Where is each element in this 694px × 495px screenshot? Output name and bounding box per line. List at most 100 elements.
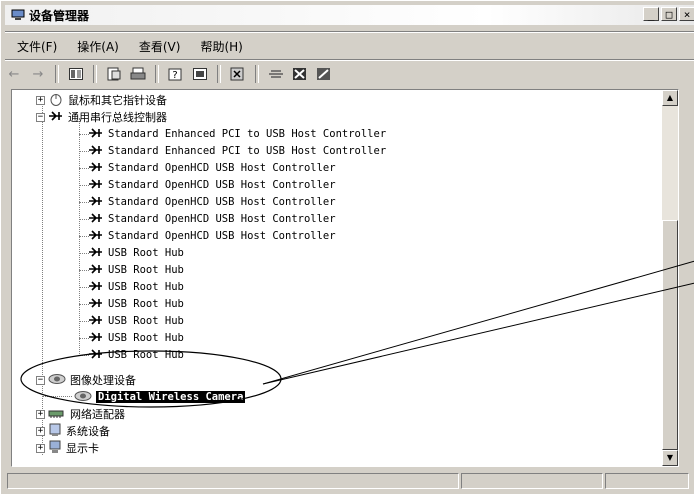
close-button[interactable]: × — [679, 7, 694, 21]
tree-node-label: Standard OpenHCD USB Host Controller — [108, 196, 336, 208]
tree-node-label: USB Root Hub — [108, 264, 184, 276]
menu-help[interactable]: 帮助(H) — [188, 38, 250, 55]
tree-node-imaging[interactable]: − 图像处理设备 — [36, 372, 136, 388]
scroll-up-button[interactable]: ▲ — [662, 90, 678, 106]
tree-node-usb[interactable]: − 通用串行总线控制器 — [36, 109, 167, 125]
toolbar-separator — [255, 65, 259, 83]
tree-node-usb-device[interactable]: USB Root Hub — [88, 347, 184, 363]
status-panel — [7, 473, 459, 489]
vertical-scrollbar[interactable]: ▲ ▼ — [662, 90, 678, 466]
usb-icon — [88, 347, 104, 364]
help-icon[interactable]: ? — [167, 65, 185, 83]
tree-node-network[interactable]: + 网络适配器 — [36, 406, 125, 422]
device-tree[interactable]: + 鼠标和其它指针设备 − 通用串行总线控制器 Standard Enhance… — [11, 89, 679, 467]
computer-icon — [11, 9, 25, 21]
tree-node-usb-device[interactable]: USB Root Hub — [88, 245, 184, 261]
tree-node-usb-device[interactable]: Standard OpenHCD USB Host Controller — [88, 194, 336, 210]
tree-node-label: Standard OpenHCD USB Host Controller — [108, 179, 336, 191]
tree-node-label: 通用串行总线控制器 — [68, 111, 167, 124]
properties-view-icon[interactable] — [67, 65, 85, 83]
tree-node-mice[interactable]: + 鼠标和其它指针设备 — [36, 92, 167, 108]
usb-icon — [88, 160, 104, 177]
toolbar-separator — [217, 65, 221, 83]
expand-icon[interactable]: + — [36, 426, 45, 436]
camera-icon — [48, 373, 66, 388]
minimize-button[interactable]: _ — [643, 7, 659, 21]
scroll-down-button[interactable]: ▼ — [662, 450, 678, 466]
tree-node-label: USB Root Hub — [108, 247, 184, 259]
usb-icon — [88, 296, 104, 313]
maximize-button[interactable]: □ — [661, 7, 677, 21]
usb-icon — [88, 279, 104, 296]
tree-node-usb-device[interactable]: Standard OpenHCD USB Host Controller — [88, 177, 336, 193]
usb-icon — [88, 330, 104, 347]
tree-node-system[interactable]: + 系统设备 — [36, 423, 110, 439]
tree-node-usb-device[interactable]: Standard Enhanced PCI to USB Host Contro… — [88, 126, 386, 142]
scan-icon[interactable] — [229, 65, 247, 83]
tree-node-label: 网络适配器 — [70, 408, 125, 421]
tree-node-usb-device[interactable]: USB Root Hub — [88, 330, 184, 346]
usb-icon — [88, 143, 104, 160]
tree-node-label: Standard OpenHCD USB Host Controller — [108, 230, 336, 242]
status-panel — [605, 473, 689, 489]
device-manager-window: 设备管理器 _ □ × 文件(F) 操作(A) 查看(V) 帮助(H) ← → … — [0, 0, 694, 494]
tree-node-usb-device[interactable]: USB Root Hub — [88, 262, 184, 278]
toolbar-separator — [93, 65, 97, 83]
tree-node-label: Standard Enhanced PCI to USB Host Contro… — [108, 128, 387, 140]
usb-icon — [88, 228, 104, 245]
usb-icon — [88, 194, 104, 211]
expand-icon[interactable]: + — [36, 95, 45, 105]
tree-node-label: USB Root Hub — [108, 281, 184, 293]
tree-node-label: 系统设备 — [66, 425, 110, 438]
display-adapter-icon — [48, 440, 62, 457]
tree-node-usb-device[interactable]: USB Root Hub — [88, 296, 184, 312]
usb-icon — [48, 109, 64, 126]
toolbar: ← → ? — [5, 63, 333, 85]
scroll-thumb[interactable] — [662, 220, 678, 450]
tree-node-label: USB Root Hub — [108, 298, 184, 310]
menu-action[interactable]: 操作(A) — [65, 38, 127, 55]
tree-node-usb-device[interactable]: Standard OpenHCD USB Host Controller — [88, 211, 336, 227]
menu-bar: 文件(F) 操作(A) 查看(V) 帮助(H) — [5, 35, 251, 57]
tree-node-usb-device[interactable]: Standard OpenHCD USB Host Controller — [88, 160, 336, 176]
menu-view[interactable]: 查看(V) — [127, 38, 189, 55]
tree-node-usb-device[interactable]: Standard Enhanced PCI to USB Host Contro… — [88, 143, 386, 159]
system-device-icon — [48, 423, 62, 440]
tree-node-usb-device[interactable]: USB Root Hub — [88, 279, 184, 295]
menu-separator — [5, 59, 694, 61]
view-icon[interactable] — [191, 65, 209, 83]
usb-icon — [88, 262, 104, 279]
tree-line — [42, 396, 72, 397]
tree-node-usb-device[interactable]: Standard OpenHCD USB Host Controller — [88, 228, 336, 244]
network-adapter-icon — [48, 407, 66, 422]
tree-node-camera-device[interactable]: Digital Wireless Camera — [74, 389, 246, 405]
uninstall-icon[interactable] — [291, 65, 309, 83]
menu-file[interactable]: 文件(F) — [5, 38, 65, 55]
collapse-icon[interactable]: − — [36, 112, 45, 122]
tree-node-label: Standard Enhanced PCI to USB Host Contro… — [108, 145, 387, 157]
camera-icon — [74, 390, 92, 405]
title-separator — [5, 31, 694, 33]
toolbar-separator — [155, 65, 159, 83]
status-panel — [461, 473, 603, 489]
print-icon[interactable] — [129, 65, 147, 83]
toolbar-separator — [55, 65, 59, 83]
svg-text:?: ? — [172, 70, 177, 81]
expand-icon[interactable]: + — [36, 443, 45, 453]
usb-icon — [88, 245, 104, 262]
disable-icon[interactable] — [315, 65, 333, 83]
selected-device-label: Digital Wireless Camera — [96, 391, 246, 403]
tree-node-label: USB Root Hub — [108, 332, 184, 344]
update-driver-icon[interactable] — [267, 65, 285, 83]
tree-node-usb-device[interactable]: USB Root Hub — [88, 313, 184, 329]
mouse-icon — [48, 92, 64, 109]
properties-icon[interactable] — [105, 65, 123, 83]
expand-icon[interactable]: + — [36, 409, 45, 419]
tree-node-display[interactable]: + 显示卡 — [36, 440, 99, 456]
collapse-icon[interactable]: − — [36, 375, 45, 385]
forward-arrow-icon[interactable]: → — [29, 65, 47, 83]
tree-node-label: 鼠标和其它指针设备 — [68, 94, 167, 107]
title-bar: 设备管理器 _ □ × — [5, 5, 694, 25]
window-title: 设备管理器 — [29, 8, 90, 23]
back-arrow-icon[interactable]: ← — [5, 65, 23, 83]
